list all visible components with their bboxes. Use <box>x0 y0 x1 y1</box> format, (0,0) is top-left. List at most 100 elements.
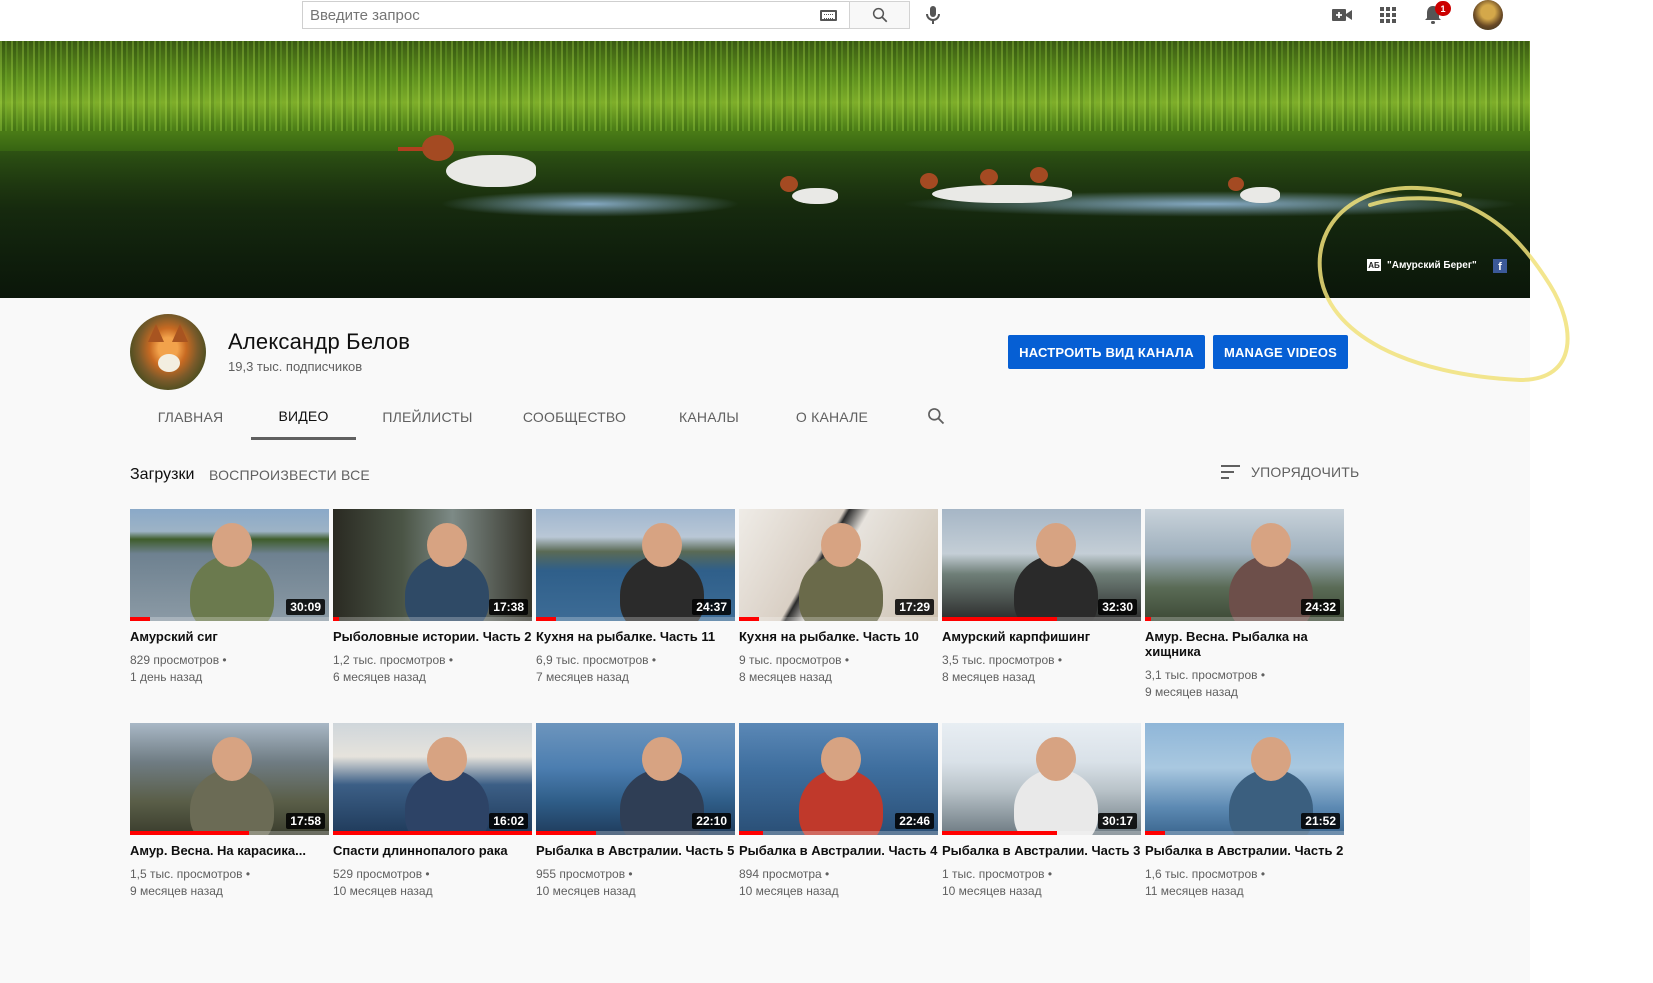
video-card[interactable]: 17:38 Рыболовные истории. Часть 2 1,2 тыс.… <box>333 509 532 686</box>
video-age: 9 месяцев назад <box>1145 685 1238 699</box>
video-thumbnail[interactable]: 17:58 <box>130 723 329 835</box>
video-views: 894 просмотра • <box>739 867 830 881</box>
video-age: 6 месяцев назад <box>333 670 426 684</box>
watch-progress-bar <box>333 617 339 621</box>
video-thumbnail[interactable]: 22:46 <box>739 723 938 835</box>
tab-community[interactable]: СООБЩЕСТВО <box>499 394 650 440</box>
banner-reeds <box>0 41 1530 131</box>
amursky-bereg-logo: АБ <box>1367 259 1381 271</box>
video-thumbnail[interactable]: 32:30 <box>942 509 1141 621</box>
video-age: 9 месяцев назад <box>130 884 223 898</box>
video-card[interactable]: 22:10 Рыбалка в Австралии. Часть 5 955 про… <box>536 723 735 900</box>
video-card[interactable]: 17:58 Амур. Весна. На карасика... 1,5 тыс.… <box>130 723 329 900</box>
video-card[interactable]: 21:52 Рыбалка в Австралии. Часть 2 1,6 тыс… <box>1145 723 1344 900</box>
watch-progress-bar <box>1145 617 1151 621</box>
thumbnail-face <box>821 737 861 781</box>
create-video-button[interactable] <box>1329 3 1355 27</box>
banner-water <box>0 151 1530 298</box>
video-card[interactable]: 24:32 Амур. Весна. Рыбалка на хищника 3,1 … <box>1145 509 1344 701</box>
video-metadata: 1,6 тыс. просмотров • 11 месяцев назад <box>1145 866 1344 900</box>
video-title[interactable]: Спасти длиннопалого рака <box>333 843 532 858</box>
watch-progress-bar <box>739 617 759 621</box>
video-card[interactable]: 16:02 Спасти длиннопалого рака 529 просмот… <box>333 723 532 900</box>
sort-icon <box>1221 465 1240 479</box>
watch-progress-track <box>536 617 735 621</box>
video-views: 955 просмотров • <box>536 867 633 881</box>
video-card[interactable]: 32:30 Амурский карпфишинг 3,5 тыс. просмот… <box>942 509 1141 686</box>
apps-button[interactable] <box>1375 3 1401 27</box>
thumbnail-face <box>642 737 682 781</box>
video-title[interactable]: Рыбалка в Австралии. Часть 3 <box>942 843 1141 858</box>
watch-progress-bar <box>1145 831 1165 835</box>
video-camera-icon <box>1332 9 1352 21</box>
watch-progress-bar <box>536 617 556 621</box>
search-icon <box>872 7 887 23</box>
channel-search-button[interactable] <box>926 406 946 426</box>
video-metadata: 829 просмотров • 1 день назад <box>130 652 329 686</box>
video-title[interactable]: Амур. Весна. На карасика... <box>130 843 329 858</box>
video-metadata: 1,5 тыс. просмотров • 9 месяцев назад <box>130 866 329 900</box>
video-title[interactable]: Амур. Весна. Рыбалка на хищника <box>1145 629 1344 659</box>
search-button[interactable] <box>849 1 910 29</box>
video-card[interactable]: 30:17 Рыбалка в Австралии. Часть 3 1 тыс. … <box>942 723 1141 900</box>
video-age: 11 месяцев назад <box>1145 884 1244 898</box>
video-title[interactable]: Рыбалка в Австралии. Часть 4 <box>739 843 938 858</box>
thumbnail-face <box>212 523 252 567</box>
tab-home[interactable]: ГЛАВНАЯ <box>130 394 251 440</box>
video-duration: 32:30 <box>1098 599 1137 615</box>
video-metadata: 9 тыс. просмотров • 8 месяцев назад <box>739 652 938 686</box>
video-duration: 16:02 <box>489 813 528 829</box>
video-views: 1,5 тыс. просмотров • <box>130 867 251 881</box>
thumbnail-face <box>821 523 861 567</box>
video-title[interactable]: Кухня на рыбалке. Часть 11 <box>536 629 735 644</box>
video-age: 7 месяцев назад <box>536 670 629 684</box>
customize-channel-button[interactable]: НАСТРОИТЬ ВИД КАНАЛА <box>1008 335 1205 369</box>
tab-videos[interactable]: ВИДЕО <box>251 394 356 440</box>
banner-facebook-link[interactable]: f <box>1493 259 1507 273</box>
thumbnail-face <box>1251 737 1291 781</box>
video-age: 10 месяцев назад <box>536 884 636 898</box>
account-avatar[interactable] <box>1473 0 1503 30</box>
watch-progress-bar <box>333 831 532 835</box>
video-metadata: 955 просмотров • 10 месяцев назад <box>536 866 735 900</box>
tab-channels[interactable]: КАНАЛЫ <box>650 394 768 440</box>
video-title[interactable]: Рыбалка в Австралии. Часть 2 <box>1145 843 1344 858</box>
manage-videos-button[interactable]: MANAGE VIDEOS <box>1213 335 1348 369</box>
video-thumbnail[interactable]: 16:02 <box>333 723 532 835</box>
video-thumbnail[interactable]: 30:17 <box>942 723 1141 835</box>
watch-progress-bar <box>130 831 250 835</box>
video-thumbnail[interactable]: 17:29 <box>739 509 938 621</box>
video-card[interactable]: 22:46 Рыбалка в Австралии. Часть 4 894 про… <box>739 723 938 900</box>
video-thumbnail[interactable]: 17:38 <box>333 509 532 621</box>
video-views: 9 тыс. просмотров • <box>739 653 850 667</box>
voice-search-button[interactable] <box>922 3 944 27</box>
sort-button[interactable]: УПОРЯДОЧИТЬ <box>1221 464 1359 480</box>
video-thumbnail[interactable]: 24:32 <box>1145 509 1344 621</box>
video-title[interactable]: Амурский карпфишинг <box>942 629 1141 644</box>
watch-progress-track <box>1145 831 1344 835</box>
thumbnail-face <box>642 523 682 567</box>
banner-website-link[interactable]: АБ "Амурский Берег" <box>1367 259 1477 271</box>
video-duration: 24:37 <box>692 599 731 615</box>
video-title[interactable]: Рыболовные истории. Часть 2 <box>333 629 532 644</box>
video-card[interactable]: 24:37 Кухня на рыбалке. Часть 11 6,9 тыс. … <box>536 509 735 686</box>
thumbnail-face <box>1251 523 1291 567</box>
tab-about[interactable]: О КАНАЛЕ <box>768 394 896 440</box>
video-views: 3,5 тыс. просмотров • <box>942 653 1063 667</box>
video-thumbnail[interactable]: 21:52 <box>1145 723 1344 835</box>
video-title[interactable]: Кухня на рыбалке. Часть 10 <box>739 629 938 644</box>
search-input[interactable] <box>303 2 803 28</box>
watch-progress-bar <box>130 617 150 621</box>
video-duration: 30:09 <box>286 599 325 615</box>
tab-playlists[interactable]: ПЛЕЙЛИСТЫ <box>356 394 499 440</box>
video-thumbnail[interactable]: 22:10 <box>536 723 735 835</box>
keyboard-icon[interactable] <box>820 10 837 21</box>
video-thumbnail[interactable]: 30:09 <box>130 509 329 621</box>
video-title[interactable]: Амурский сиг <box>130 629 329 644</box>
uploads-title[interactable]: Загрузки <box>130 466 194 484</box>
play-all-button[interactable]: ВОСПРОИЗВЕСТИ ВСЕ <box>209 467 370 483</box>
video-title[interactable]: Рыбалка в Австралии. Часть 5 <box>536 843 735 858</box>
video-card[interactable]: 17:29 Кухня на рыбалке. Часть 10 9 тыс. пр… <box>739 509 938 686</box>
video-thumbnail[interactable]: 24:37 <box>536 509 735 621</box>
video-card[interactable]: 30:09 Амурский сиг 829 просмотров • 1 день … <box>130 509 329 686</box>
